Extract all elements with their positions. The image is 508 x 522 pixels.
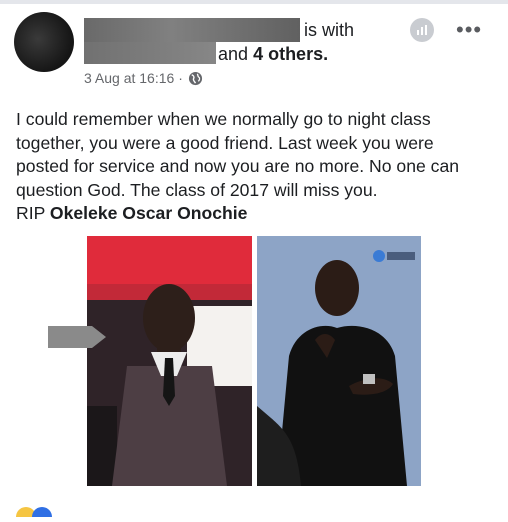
- reaction-icons[interactable]: [16, 504, 66, 522]
- post-line: posted for service and now you are no mo…: [16, 156, 460, 176]
- redaction-arrow: [48, 326, 106, 348]
- post-line: I could remember when we normally go to …: [16, 109, 431, 129]
- post-line: together, you were a good friend. Last w…: [16, 132, 434, 153]
- avatar[interactable]: [14, 12, 74, 72]
- globe-icon: [188, 71, 203, 86]
- post-line: question God. The class of 2017 will mis…: [16, 179, 378, 200]
- more-options-icon[interactable]: •••: [456, 19, 482, 41]
- top-divider: [0, 0, 508, 4]
- header-with-text: is with: [304, 20, 355, 40]
- timestamp[interactable]: 3 Aug at 16:16 ·: [84, 70, 183, 86]
- post-body: I could remember when we normally go to …: [16, 108, 494, 226]
- rip-line: RIP Okeleke Oscar Onochie: [16, 203, 248, 223]
- post-meta: 3 Aug at 16:16 ·: [84, 70, 203, 86]
- photo-2[interactable]: [257, 236, 421, 486]
- header-others-text: and 4 others.: [218, 44, 329, 64]
- redacted-author-name[interactable]: [84, 18, 300, 42]
- redacted-tagged-name[interactable]: [84, 42, 216, 64]
- others-link[interactable]: 4 others.: [253, 44, 328, 64]
- insights-icon[interactable]: [410, 18, 434, 42]
- photo-1[interactable]: [87, 236, 252, 486]
- tagged-person-link[interactable]: Okeleke Oscar Onochie: [50, 203, 248, 223]
